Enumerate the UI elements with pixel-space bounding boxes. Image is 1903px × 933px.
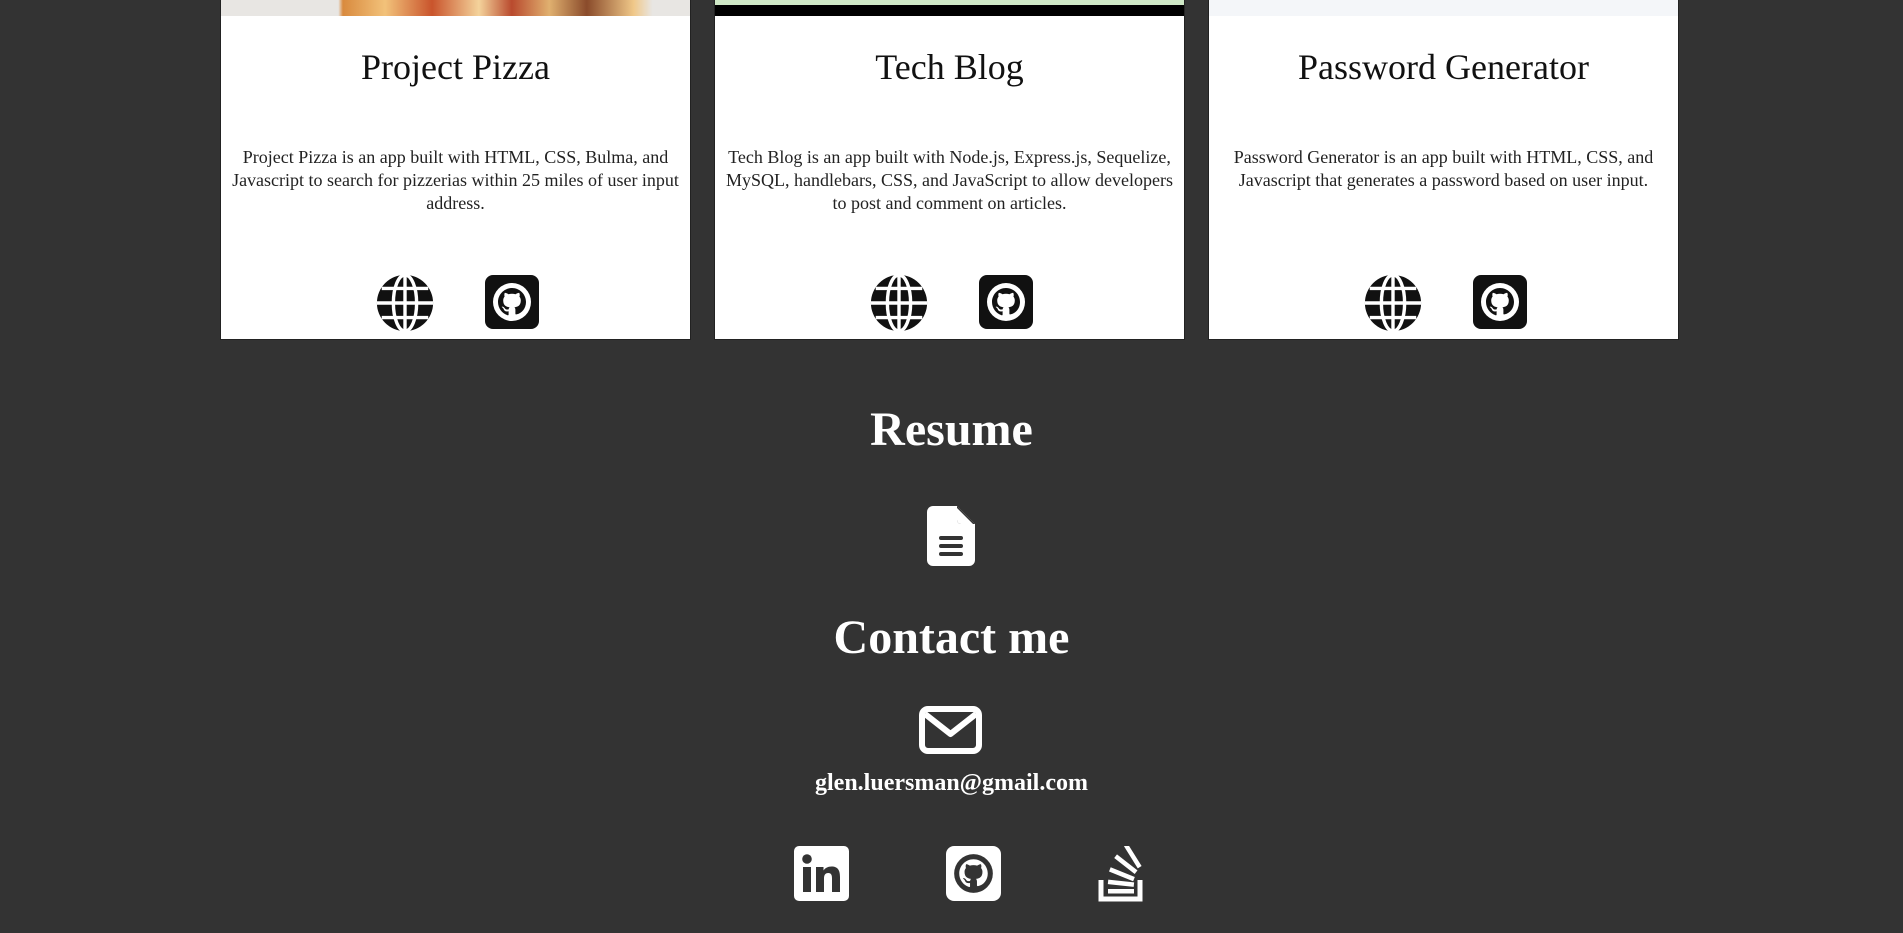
- github-icon[interactable]: [1473, 275, 1527, 329]
- project-card-password-generator: Password Generator Password Generator is…: [1208, 0, 1679, 340]
- globe-icon[interactable]: [374, 272, 436, 334]
- email-address[interactable]: glen.luersman@gmail.com: [0, 770, 1903, 797]
- project-card-tech-blog: Tech Blog Tech Blog is an app built with…: [714, 0, 1185, 340]
- envelope-icon[interactable]: [919, 706, 982, 754]
- project-description: Tech Blog is an app built with Node.js, …: [726, 147, 1173, 213]
- project-links: [1209, 272, 1678, 334]
- github-icon[interactable]: [485, 275, 539, 329]
- linkedin-icon[interactable]: [794, 846, 849, 901]
- project-image: [715, 0, 1184, 16]
- file-icon[interactable]: [925, 504, 977, 568]
- projects-section: Project Pizza Project Pizza is an app bu…: [220, 0, 1681, 342]
- project-links: [715, 272, 1184, 334]
- stack-overflow-icon[interactable]: [1098, 843, 1146, 902]
- globe-icon[interactable]: [868, 272, 930, 334]
- github-icon[interactable]: [946, 846, 1001, 901]
- project-title: Password Generator: [1298, 47, 1589, 87]
- project-description: Password Generator is an app built with …: [1233, 147, 1654, 190]
- project-image: [1209, 0, 1678, 16]
- project-image: [221, 0, 690, 16]
- project-card-project-pizza: Project Pizza Project Pizza is an app bu…: [220, 0, 691, 340]
- globe-icon[interactable]: [1362, 272, 1424, 334]
- project-title: Tech Blog: [875, 47, 1024, 87]
- resume-heading: Resume: [870, 403, 1033, 456]
- project-description: Project Pizza is an app built with HTML,…: [232, 147, 679, 213]
- project-links: [221, 272, 690, 334]
- contact-heading: Contact me: [833, 611, 1070, 664]
- github-icon[interactable]: [979, 275, 1033, 329]
- project-title: Project Pizza: [361, 47, 550, 87]
